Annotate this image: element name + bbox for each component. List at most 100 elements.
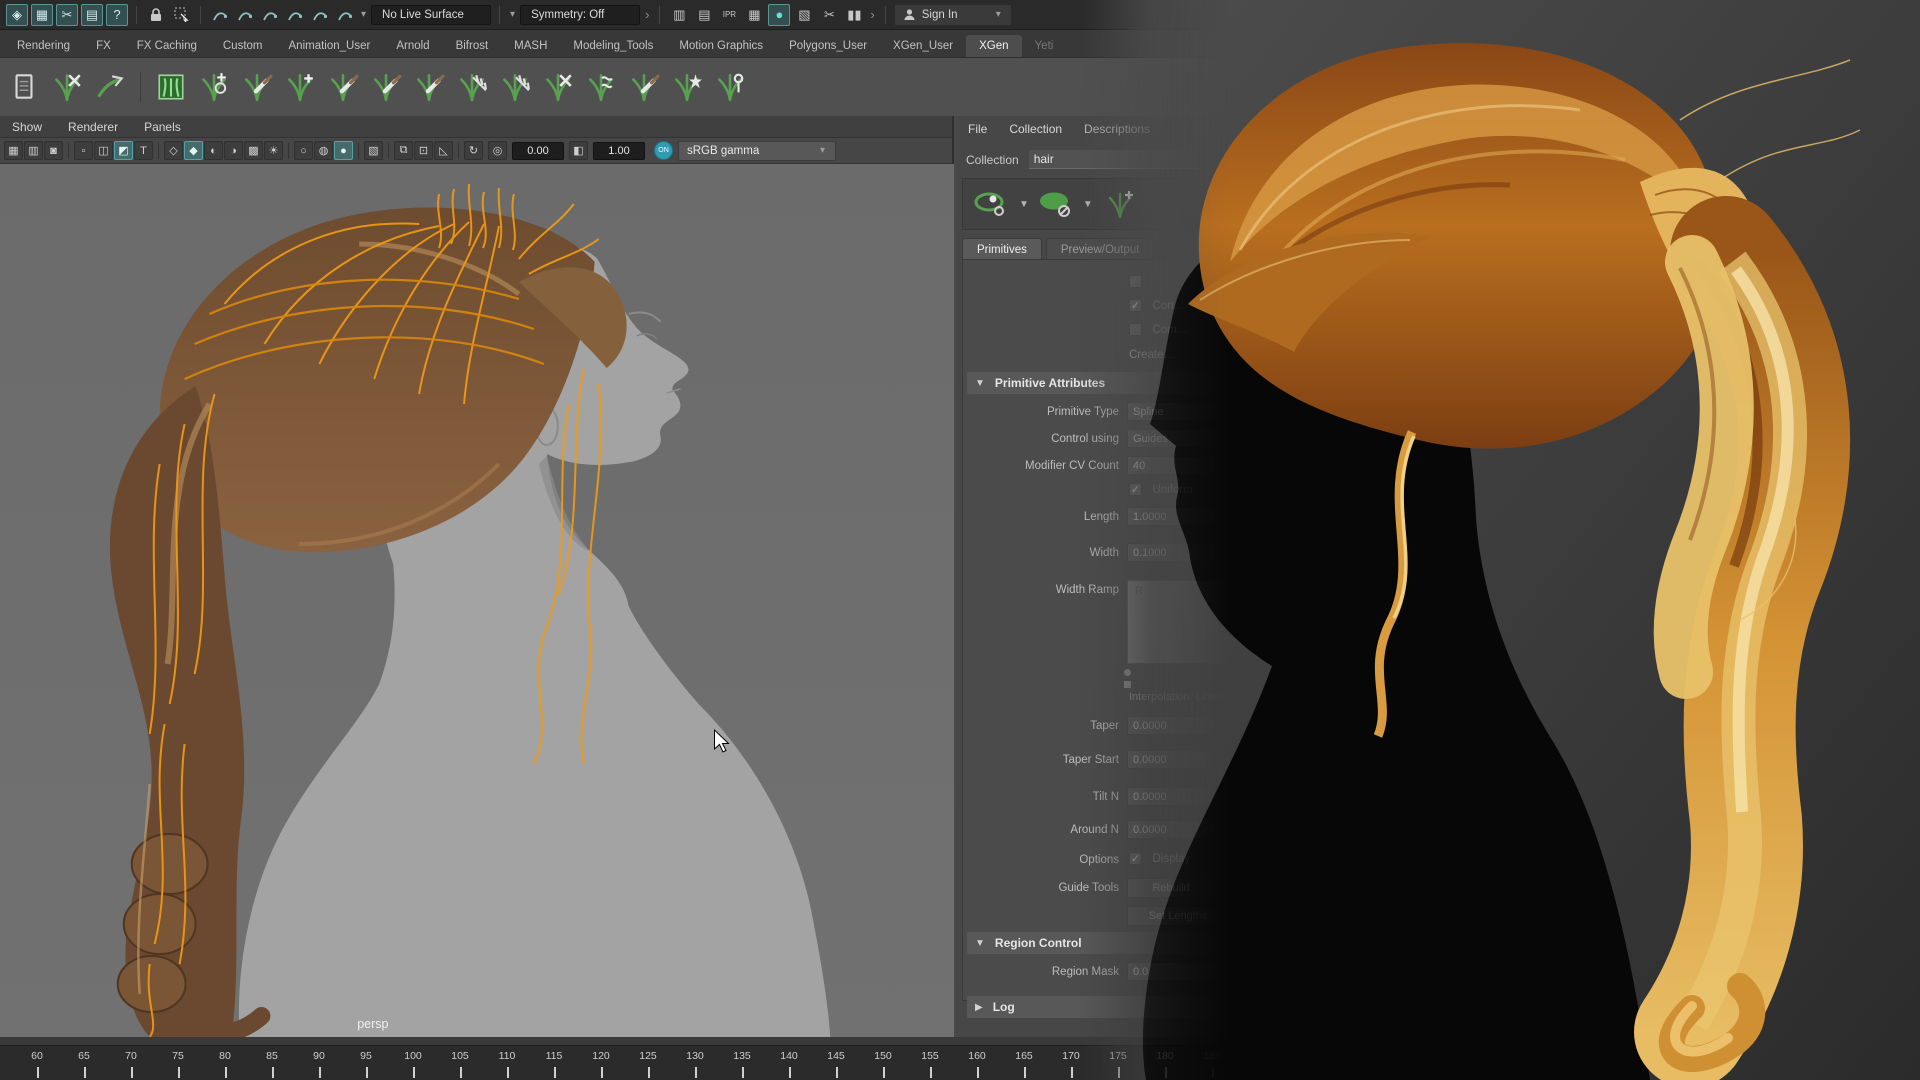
menu-renderer[interactable]: Renderer	[68, 120, 118, 134]
shaded-mode-icon[interactable]: ◆	[184, 141, 203, 160]
gamma-icon[interactable]: ◧	[569, 141, 588, 160]
wireframe-icon[interactable]: ◇	[164, 141, 183, 160]
snap-curve-icon[interactable]	[234, 4, 256, 26]
xgen-smooth-brush-icon[interactable]	[368, 69, 404, 105]
shelf-tab-motion-graphics[interactable]: Motion Graphics	[666, 35, 776, 57]
render-sphere-icon[interactable]: ●	[768, 4, 790, 26]
live-surface-dropdown[interactable]: No Live Surface	[371, 5, 491, 25]
cut-graph-icon[interactable]: ✂	[818, 4, 840, 26]
xgen-menu-collection[interactable]: Collection	[1009, 122, 1062, 136]
refresh-icon[interactable]: ↻	[464, 141, 483, 160]
clapperboard-icon[interactable]: ▤	[81, 4, 103, 26]
xgen-export-collection-icon[interactable]	[92, 69, 128, 105]
pause-icon[interactable]: ▮▮	[843, 4, 865, 26]
shelf-tab-xgen-user[interactable]: XGen_User	[880, 35, 966, 57]
shelf-tab-fx[interactable]: FX	[83, 35, 124, 57]
chevron-right-icon[interactable]: ›	[870, 7, 874, 22]
xgen-freeze-brush-icon[interactable]	[669, 69, 705, 105]
textured-mode-icon[interactable]: ◐	[204, 141, 223, 160]
isolate-select-icon[interactable]: ▧	[364, 141, 383, 160]
new-document-icon[interactable]	[6, 69, 42, 105]
render-settings-icon[interactable]: ▦	[743, 4, 765, 26]
depth-of-field-icon[interactable]: ●	[334, 141, 353, 160]
help-icon[interactable]: ?	[106, 4, 128, 26]
shelf-tab-animation-user[interactable]: Animation_User	[276, 35, 384, 57]
timeline-tick	[836, 1067, 838, 1078]
render-sequence-icon[interactable]: ▧	[793, 4, 815, 26]
symmetry-dropdown[interactable]: Symmetry: Off	[520, 5, 640, 25]
exposure-icon[interactable]: ◎	[488, 141, 507, 160]
shelf-tab-yeti[interactable]: Yeti	[1022, 35, 1067, 57]
xgen-length-brush-icon[interactable]	[411, 69, 447, 105]
safe-action-icon[interactable]: ◩	[114, 141, 133, 160]
xray-joints-icon[interactable]: ⊡	[414, 141, 433, 160]
xgen-delete-description-icon[interactable]	[49, 69, 85, 105]
menu-panels[interactable]: Panels	[144, 120, 181, 134]
chevron-down-icon[interactable]: ▾	[361, 9, 366, 20]
shelf-tab-xgen[interactable]: XGen	[966, 35, 1021, 57]
open-render-view-icon[interactable]: ▥	[668, 4, 690, 26]
resolution-gate-icon[interactable]: ◙	[44, 141, 63, 160]
xgen-open-editor-icon[interactable]	[153, 69, 189, 105]
viewport-canvas[interactable]: persp	[0, 164, 954, 1037]
chevron-right-icon[interactable]: ›	[645, 7, 649, 22]
field-chart-icon[interactable]: ◫	[94, 141, 113, 160]
chevron-down-icon[interactable]: ▼	[1019, 199, 1029, 210]
menu-show[interactable]: Show	[12, 120, 42, 134]
snap-grid-icon[interactable]	[209, 4, 231, 26]
multisample-icon[interactable]: ◍	[314, 141, 333, 160]
shelf-tab-rendering[interactable]: Rendering	[4, 35, 83, 57]
timeline-tick	[789, 1067, 791, 1078]
xgen-place-guide-icon[interactable]	[712, 69, 748, 105]
shelf-tab-arnold[interactable]: Arnold	[383, 35, 442, 57]
shelf-tab-custom[interactable]: Custom	[210, 35, 276, 57]
safe-title-icon[interactable]: T	[134, 141, 153, 160]
film-gate-icon[interactable]: ▥	[24, 141, 43, 160]
xgen-groom-brush-icon[interactable]	[239, 69, 275, 105]
shelf-tab-fx-caching[interactable]: FX Caching	[124, 35, 210, 57]
gamma-field[interactable]: 1.00	[593, 142, 645, 160]
view-transform-dropdown[interactable]: sRGB gamma ▾	[678, 141, 836, 161]
timeline-frame-label: 110	[493, 1050, 521, 1062]
shelf-tab-modeling-tools[interactable]: Modeling_Tools	[560, 35, 666, 57]
exposure-field[interactable]: 0.00	[512, 142, 564, 160]
xgen-density-brush-icon[interactable]	[497, 69, 533, 105]
xgen-part-brush-icon[interactable]	[626, 69, 662, 105]
lock-icon[interactable]	[145, 4, 167, 26]
xgen-add-guide-icon[interactable]	[196, 69, 232, 105]
cut-tool-icon[interactable]: ✂	[56, 4, 78, 26]
xgen-menu-file[interactable]: File	[968, 122, 987, 136]
snap-view-icon[interactable]	[309, 4, 331, 26]
motion-blur-icon[interactable]: ○	[294, 141, 313, 160]
grid-toggle-icon[interactable]: ▦	[4, 141, 23, 160]
layout-grid-icon[interactable]: ▦	[31, 4, 53, 26]
sign-in-button[interactable]: Sign In ▾	[894, 4, 1012, 26]
exposure-triangle-icon[interactable]: ◺	[434, 141, 453, 160]
color-management-on-icon[interactable]: ON	[654, 141, 673, 160]
xgen-noise-brush-icon[interactable]	[540, 69, 576, 105]
primitive-visibility-icon[interactable]	[1035, 184, 1077, 224]
snap-plane-icon[interactable]	[284, 4, 306, 26]
render-current-frame-icon[interactable]: ▤	[693, 4, 715, 26]
workspace-diamond-icon[interactable]: ◈	[6, 4, 28, 26]
use-all-lights-icon[interactable]: ◑	[224, 141, 243, 160]
chevron-down-icon[interactable]: ▾	[510, 9, 515, 20]
shelf-tab-polygons-user[interactable]: Polygons_User	[776, 35, 880, 57]
ambient-occlusion-icon[interactable]: ☀	[264, 141, 283, 160]
marquee-select-icon[interactable]	[170, 4, 192, 26]
xgen-comb-brush-icon[interactable]	[325, 69, 361, 105]
make-live-icon[interactable]	[334, 4, 356, 26]
shelf-tab-bifrost[interactable]: Bifrost	[443, 35, 502, 57]
shadows-icon[interactable]: ▩	[244, 141, 263, 160]
gate-mask-icon[interactable]: ▫	[74, 141, 93, 160]
ipr-render-icon[interactable]: IPR	[718, 4, 740, 26]
xgen-add-primitive-icon[interactable]	[282, 69, 318, 105]
xgen-curl-brush-icon[interactable]	[583, 69, 619, 105]
guide-visibility-icon[interactable]	[971, 184, 1013, 224]
xgen-cut-brush-icon[interactable]	[454, 69, 490, 105]
view-transform-value: sRGB gamma	[687, 145, 759, 157]
snap-point-icon[interactable]	[259, 4, 281, 26]
tab-primitives[interactable]: Primitives	[962, 238, 1042, 260]
shelf-tab-mash[interactable]: MASH	[501, 35, 560, 57]
xray-icon[interactable]: ⧉	[394, 141, 413, 160]
